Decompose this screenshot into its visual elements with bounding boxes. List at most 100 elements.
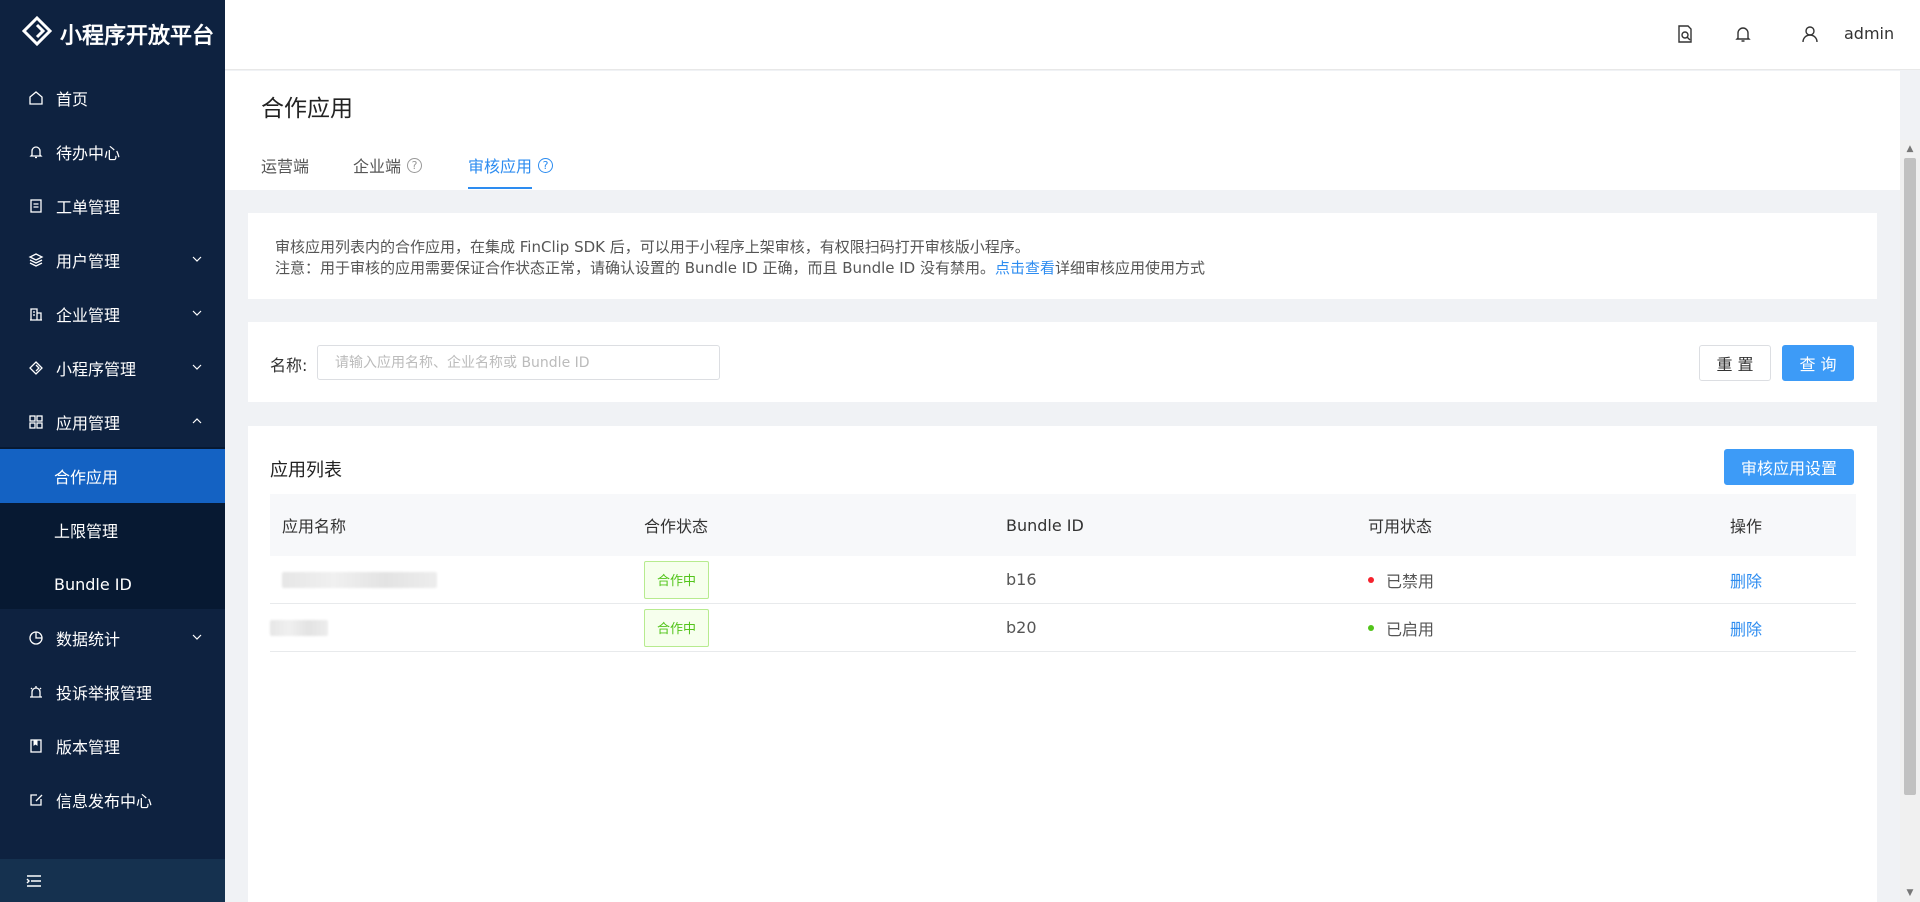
sidebar-item-label: 应用管理 xyxy=(56,414,121,433)
sidebar-item-users[interactable]: 用户管理 xyxy=(0,233,225,287)
diamond-icon xyxy=(26,358,46,378)
sidebar-item-label: 数据统计 xyxy=(56,630,121,649)
review-app-settings-button[interactable]: 审核应用设置 xyxy=(1724,449,1854,485)
status-dot xyxy=(1368,624,1374,631)
tab-label: 运营端 xyxy=(261,157,310,176)
reset-button[interactable]: 重 置 xyxy=(1699,345,1771,381)
sidebar-item-label: 工单管理 xyxy=(56,198,121,217)
tab-enterprise[interactable]: 企业端 ? xyxy=(353,153,423,177)
sidebar-item-label: 企业管理 xyxy=(56,306,121,325)
home-icon xyxy=(26,88,46,108)
coop-status-cell: 合作中 xyxy=(644,604,710,651)
query-button[interactable]: 查 询 xyxy=(1782,345,1854,381)
tab-label: 企业端 xyxy=(353,157,402,176)
tab-operations[interactable]: 运营端 xyxy=(261,153,309,177)
column-header: 可用状态 xyxy=(1368,517,1433,536)
app-list-card: 应用列表 审核应用设置 应用名称 合作状态 Bundle ID 可用状态 操作 … xyxy=(248,426,1877,902)
status-badge: 合作中 xyxy=(644,560,710,599)
chevron-down-icon xyxy=(192,310,202,316)
sidebar-item-miniprogram[interactable]: 小程序管理 xyxy=(0,341,225,395)
alarm-icon xyxy=(26,682,46,702)
sidebar-item-label: 首页 xyxy=(56,90,89,109)
clipboard-icon xyxy=(26,196,46,216)
sidebar-subitem-limits[interactable]: 上限管理 xyxy=(0,503,225,557)
scroll-thumb[interactable] xyxy=(1904,158,1916,795)
notifications-button[interactable] xyxy=(1731,22,1755,46)
coop-status-cell: 合作中 xyxy=(644,556,710,603)
chevron-down-icon xyxy=(192,634,202,640)
sidebar: 小程序开放平台 首页 待办中心 工单管理 用户管理 企业管理 小程序管理 应用管… xyxy=(0,0,225,902)
page-header: 合作应用 运营端 企业端 ? 审核应用 ? xyxy=(225,71,1900,190)
app-name-cell xyxy=(270,604,328,651)
table-row: 合作中 b16 已禁用 删除 xyxy=(270,556,1856,604)
sidebar-subitem-label: 上限管理 xyxy=(54,522,119,541)
status-badge: 合作中 xyxy=(644,608,710,647)
sidebar-item-enterprise[interactable]: 企业管理 xyxy=(0,287,225,341)
notice-card: 审核应用列表内的合作应用，在集成 FinClip SDK 后，可以用于小程序上架… xyxy=(248,213,1877,299)
delete-link[interactable]: 删除 xyxy=(1730,604,1762,651)
bell-icon xyxy=(1735,27,1751,42)
status-dot xyxy=(1368,576,1374,583)
menu-collapse-icon xyxy=(26,874,41,887)
brand-title: 小程序开放平台 xyxy=(60,24,215,49)
notice-line-1: 审核应用列表内的合作应用，在集成 FinClip SDK 后，可以用于小程序上架… xyxy=(275,238,1030,256)
user-icon xyxy=(1802,26,1818,43)
name-search-input[interactable] xyxy=(317,345,720,380)
sidebar-item-label: 信息发布中心 xyxy=(56,792,153,811)
sidebar-subitem-bundle-id[interactable]: Bundle ID xyxy=(0,557,225,611)
sidebar-item-label: 版本管理 xyxy=(56,738,121,757)
page-title: 合作应用 xyxy=(261,96,353,122)
column-header: 合作状态 xyxy=(644,517,709,536)
user-avatar[interactable] xyxy=(1798,22,1822,46)
sidebar-item-home[interactable]: 首页 xyxy=(0,71,225,125)
table-header: 应用名称 合作状态 Bundle ID 可用状态 操作 xyxy=(270,494,1856,556)
list-title: 应用列表 xyxy=(270,460,342,481)
app-table: 应用名称 合作状态 Bundle ID 可用状态 操作 合作中 b16 已禁用 … xyxy=(270,494,1856,652)
column-header: 应用名称 xyxy=(282,517,347,536)
sidebar-subitem-partner-apps[interactable]: 合作应用 xyxy=(0,449,225,503)
sidebar-item-tickets[interactable]: 工单管理 xyxy=(0,179,225,233)
redacted-app-name xyxy=(282,571,437,588)
bell-icon xyxy=(26,142,46,162)
sidebar-item-statistics[interactable]: 数据统计 xyxy=(0,611,225,665)
sidebar-item-publishing[interactable]: 信息发布中心 xyxy=(0,773,225,827)
column-header: 操作 xyxy=(1730,517,1763,536)
brand[interactable]: 小程序开放平台 xyxy=(0,0,225,68)
avail-status-text: 已启用 xyxy=(1386,619,1435,639)
edit-icon xyxy=(26,790,46,810)
scroll-down-icon[interactable]: ▼ xyxy=(1905,888,1915,898)
logo-icon xyxy=(21,15,53,52)
app-name-cell xyxy=(282,556,437,603)
chevron-down-icon xyxy=(192,364,202,370)
sidebar-item-versions[interactable]: 版本管理 xyxy=(0,719,225,773)
table-row: 合作中 b20 已启用 删除 xyxy=(270,604,1856,652)
redacted-app-name xyxy=(270,619,328,636)
grid-icon xyxy=(26,412,46,432)
sidebar-item-todo[interactable]: 待办中心 xyxy=(0,125,225,179)
scroll-up-icon[interactable]: ▲ xyxy=(1905,144,1915,154)
main-scrollbar[interactable]: ▲ ▼ xyxy=(1900,140,1920,902)
sidebar-subitem-label: 合作应用 xyxy=(54,468,119,487)
avail-status-cell: 已启用 xyxy=(1368,604,1434,651)
tab-review-apps[interactable]: 审核应用 ? xyxy=(468,153,554,177)
sidebar-item-apps[interactable]: 应用管理 xyxy=(0,395,225,449)
document-search-icon xyxy=(1678,25,1692,43)
sidebar-item-complaints[interactable]: 投诉举报管理 xyxy=(0,665,225,719)
help-icon[interactable]: ? xyxy=(407,157,423,173)
username[interactable]: admin xyxy=(1844,24,1894,43)
chevron-up-icon xyxy=(192,418,202,424)
collapse-sidebar-button[interactable] xyxy=(0,859,225,902)
active-tab-indicator xyxy=(468,187,532,189)
avail-status-text: 已禁用 xyxy=(1386,571,1435,591)
help-icon[interactable]: ? xyxy=(538,157,554,173)
filter-card: 名称: 重 置 查 询 xyxy=(248,322,1877,402)
bookmark-icon xyxy=(26,736,46,756)
column-header: Bundle ID xyxy=(1006,515,1084,535)
doc-search-button[interactable] xyxy=(1673,22,1697,46)
pie-icon xyxy=(26,628,46,648)
name-filter-label: 名称: xyxy=(270,356,308,375)
view-details-link[interactable]: 点击查看 xyxy=(995,259,1055,277)
avail-status-cell: 已禁用 xyxy=(1368,556,1434,603)
delete-link[interactable]: 删除 xyxy=(1730,556,1762,603)
chevron-down-icon xyxy=(192,256,202,262)
